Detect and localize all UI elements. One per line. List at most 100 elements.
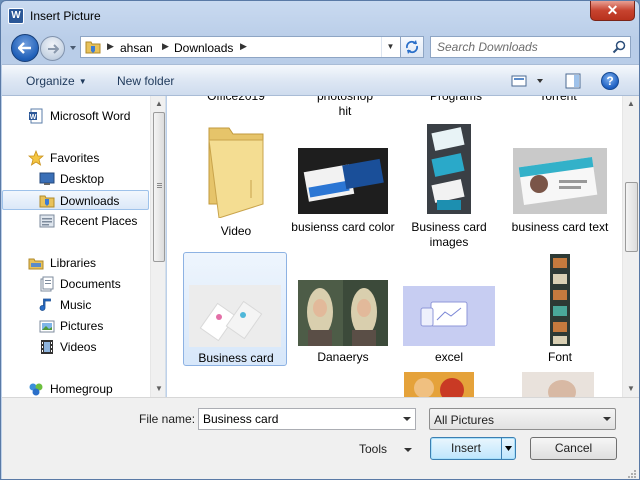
insert-label: Insert <box>450 441 481 455</box>
sidebar-item-label: Downloads <box>60 194 120 208</box>
search-icon[interactable] <box>612 40 626 54</box>
chevron-down-icon[interactable] <box>403 415 411 423</box>
sidebar-item-label: Favorites <box>50 151 100 165</box>
navigation-pane: W Microsoft Word Favorites Desktop Downl… <box>2 96 166 397</box>
scroll-up-icon[interactable]: ▲ <box>151 96 165 112</box>
file-item-business-card[interactable]: Business card <box>183 252 287 366</box>
star-icon <box>27 149 45 166</box>
sidebar-item-documents[interactable]: Documents <box>2 274 149 294</box>
file-item-font[interactable]: Font <box>508 252 612 366</box>
sidebar-item-videos[interactable]: Videos <box>2 337 149 357</box>
excel-image-thumbnail <box>403 286 495 346</box>
close-button[interactable]: ✕ <box>590 1 635 21</box>
breadcrumb-separator-icon: ▶ <box>162 41 169 51</box>
partial-thumbnail-icon[interactable] <box>404 372 474 397</box>
documents-icon <box>39 276 55 292</box>
scroll-up-icon[interactable]: ▲ <box>623 96 639 112</box>
file-name-input[interactable] <box>203 411 393 427</box>
file-name: busienss card color <box>291 220 395 234</box>
refresh-button[interactable] <box>400 36 424 58</box>
insert-options-button[interactable] <box>501 438 515 459</box>
file-item-business-card-text[interactable]: business card text <box>508 118 612 234</box>
address-dropdown-icon[interactable]: ▼ <box>381 37 399 57</box>
title-bar: W Insert Picture ✕ <box>1 1 639 31</box>
file-list-scrollbar[interactable]: ▲ ▼ <box>622 96 639 397</box>
business-card-thumbnail <box>298 148 388 214</box>
chevron-down-icon <box>505 446 512 451</box>
chevron-down-icon: ▼ <box>78 77 87 86</box>
file-name: excel <box>434 350 463 364</box>
refresh-icon <box>405 40 419 54</box>
libraries-icon <box>28 255 44 271</box>
address-bar[interactable]: ▶ ahsan ▶ Downloads ▶ ▼ <box>80 36 424 58</box>
cancel-button[interactable]: Cancel <box>530 437 617 460</box>
word-app-icon: W <box>8 8 24 24</box>
window-title: Insert Picture <box>30 9 101 23</box>
sidebar-item-label: Music <box>60 298 92 312</box>
command-bar: Organize ▼ New folder ? <box>2 64 639 96</box>
file-name-panel: File name: All Pictures Tools Insert Can… <box>2 397 639 479</box>
sidebar-item-pictures[interactable]: Pictures <box>2 316 149 336</box>
chevron-down-icon <box>603 417 611 421</box>
tools-button[interactable]: Tools <box>359 442 413 456</box>
sidebar-item-label: Microsoft Word <box>50 109 131 123</box>
file-item-business-card-color[interactable]: busienss card color <box>291 118 395 234</box>
sidebar-item-label: Libraries <box>50 256 97 270</box>
resize-grip-icon[interactable] <box>627 469 637 479</box>
sidebar-item-desktop[interactable]: Desktop <box>2 169 149 189</box>
search-input[interactable] <box>437 39 607 55</box>
preview-pane-button[interactable] <box>565 73 581 89</box>
breadcrumb-ahsan[interactable]: ahsan <box>120 41 153 55</box>
business-card-images-thumbnail <box>427 124 471 214</box>
sidebar-item-label: Homegroup <box>50 382 113 396</box>
help-button[interactable]: ? <box>601 72 619 90</box>
danaerys-photo-thumbnail <box>298 280 388 346</box>
music-icon <box>39 297 55 313</box>
file-item-business-card-images[interactable]: Business card images <box>397 118 501 249</box>
new-folder-button[interactable]: New folder <box>117 74 174 88</box>
breadcrumb-separator-icon: ▶ <box>240 41 247 51</box>
sidebar-item-recent-places[interactable]: Recent Places <box>2 211 149 231</box>
sidebar-item-libraries[interactable]: Libraries <box>2 253 149 273</box>
scrollbar-thumb[interactable] <box>153 112 165 262</box>
view-options-icon <box>511 75 543 87</box>
file-item-video-folder[interactable]: Video <box>184 118 288 238</box>
insert-picture-dialog: W Insert Picture ✕ ▶ ahsan ▶ Downloads ▶… <box>0 0 640 480</box>
change-view-button[interactable] <box>510 73 550 89</box>
navigation-scrollbar[interactable]: ▲ ▼ <box>150 96 165 397</box>
business-card-mockup-thumbnail <box>189 285 281 347</box>
breadcrumb-downloads[interactable]: Downloads <box>174 41 233 55</box>
scroll-down-icon[interactable]: ▼ <box>623 381 639 397</box>
scrollbar-thumb[interactable] <box>625 182 638 252</box>
videos-icon <box>39 339 55 355</box>
sidebar-item-label: Documents <box>60 277 121 291</box>
tools-label: Tools <box>359 442 388 456</box>
file-name: Business card <box>198 351 274 365</box>
forward-button[interactable] <box>40 36 65 61</box>
sidebar-item-homegroup[interactable]: Homegroup <box>2 379 149 397</box>
sidebar-item-favorites[interactable]: Favorites <box>2 148 149 168</box>
list-item-label[interactable]: Office2019 <box>184 96 288 104</box>
file-name-combobox[interactable] <box>198 408 416 430</box>
list-item-label[interactable]: Torrent <box>506 96 610 104</box>
sidebar-item-microsoft-word[interactable]: W Microsoft Word <box>2 106 149 126</box>
scroll-down-icon[interactable]: ▼ <box>151 381 165 397</box>
file-item-excel[interactable]: excel <box>397 252 501 366</box>
partial-thumbnail-icon[interactable] <box>522 372 594 397</box>
search-box[interactable] <box>430 36 631 58</box>
sidebar-item-music[interactable]: Music <box>2 295 149 315</box>
list-item-label[interactable]: Programs <box>404 96 508 104</box>
sidebar-item-label: Videos <box>60 340 97 354</box>
file-name-label: File name: <box>139 412 196 426</box>
list-item-label[interactable]: photoshop hit <box>293 96 397 119</box>
file-item-danaerys[interactable]: Danaerys <box>291 252 395 366</box>
file-type-filter[interactable]: All Pictures <box>429 408 616 430</box>
sidebar-item-downloads[interactable]: Downloads <box>2 190 149 210</box>
pictures-icon <box>39 318 55 334</box>
back-button[interactable] <box>11 34 39 62</box>
sidebar-item-label: Pictures <box>60 319 104 333</box>
organize-button[interactable]: Organize ▼ <box>26 74 87 88</box>
sidebar-item-label: Desktop <box>60 172 105 186</box>
insert-button[interactable]: Insert <box>430 437 516 460</box>
recent-locations-chevron-icon[interactable] <box>67 42 79 54</box>
